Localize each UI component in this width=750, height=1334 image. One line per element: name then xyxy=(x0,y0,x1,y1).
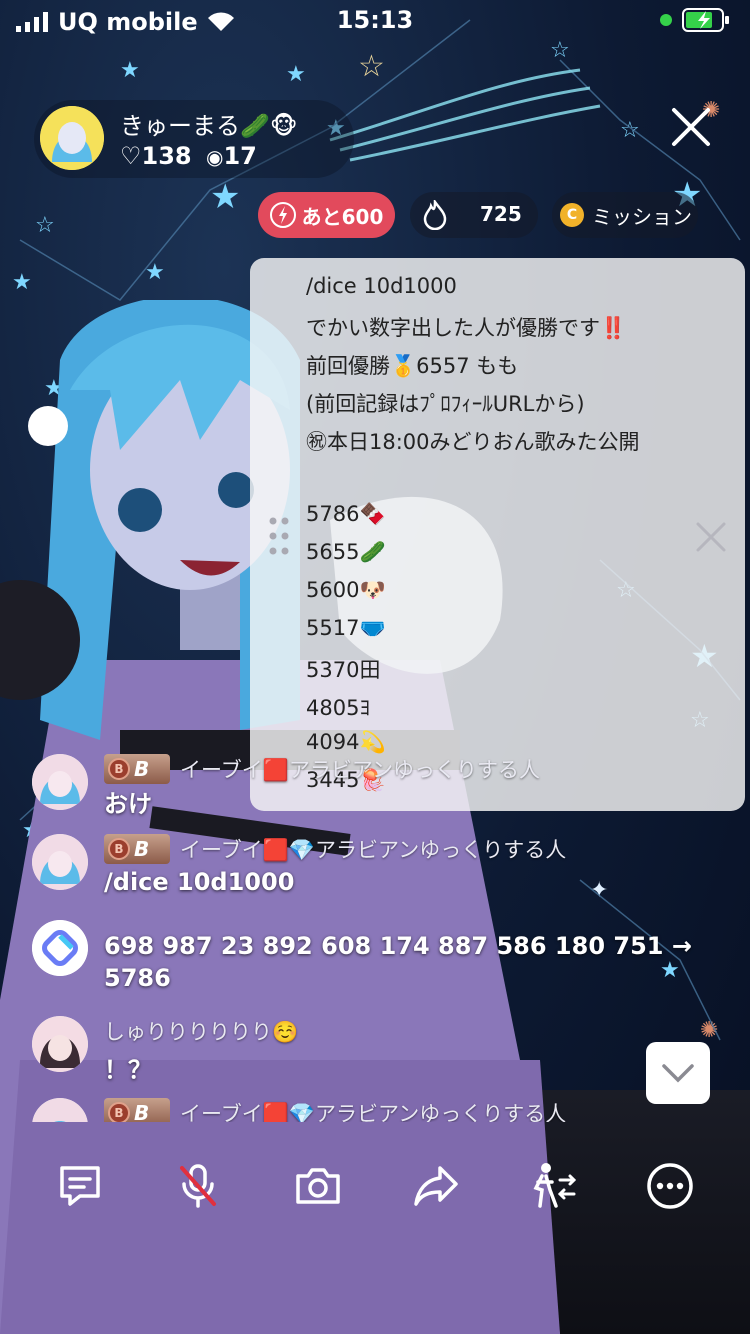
level-badge: B B xyxy=(104,834,170,864)
collab-icon[interactable] xyxy=(528,1160,580,1212)
badge-level: B xyxy=(134,757,150,781)
level-badge: B B xyxy=(104,754,170,784)
commenter-name: イーブイ🟥💎アラビアンゆっくりする人 xyxy=(180,1102,567,1122)
points-pill[interactable]: 725 xyxy=(410,192,538,238)
comment-text-continued: 5786 xyxy=(104,964,171,992)
bot-logo-icon xyxy=(32,920,88,976)
pinned-note-panel[interactable]: /dice 10d1000 でかい数字出した人が優勝です‼️ 前回優勝🥇6557… xyxy=(250,258,745,811)
comment-text: /dice 10d1000 xyxy=(104,868,295,896)
commenter-avatar[interactable] xyxy=(32,1016,88,1072)
host-avatar[interactable] xyxy=(40,106,104,170)
comment-text: おけ xyxy=(104,790,152,818)
note-line: 5786🍫 xyxy=(306,502,386,526)
boost-pill[interactable]: あと600 xyxy=(258,192,395,238)
commenter-avatar[interactable] xyxy=(32,754,88,810)
more-icon[interactable] xyxy=(644,1160,696,1212)
viewer-count: 17 xyxy=(223,142,257,170)
comment-item[interactable]: B B イーブイ🟥💎アラビアンゆっくりする人 /dice 10d1000 xyxy=(32,834,652,896)
commenter-name: イーブイ🟥💎アラビアンゆっくりする人 xyxy=(180,838,567,862)
mic-indicator-icon xyxy=(660,14,672,26)
note-line: /dice 10d1000 xyxy=(306,274,457,298)
note-line: 5370田 xyxy=(306,658,381,682)
badge-level: B xyxy=(134,837,150,861)
host-stats: ♡138 ◉17 xyxy=(120,142,257,170)
badge-coin-icon: B xyxy=(108,1102,130,1122)
note-line: 前回優勝🥇6557 もも xyxy=(306,354,519,378)
note-line: 4094💫 xyxy=(306,730,386,754)
note-line: 5655🥒 xyxy=(306,540,386,564)
badge-coin-icon: B xyxy=(108,758,130,780)
bot-avatar[interactable] xyxy=(32,920,88,976)
comment-item[interactable]: B B イーブイ🟥アラビアンゆっくりする人 おけ xyxy=(32,754,652,818)
note-line: ㊗本日18:00みどりおん歌みた公開 xyxy=(306,430,640,454)
comment-item[interactable]: しゅりりりりりり☺️ ！？ xyxy=(32,1016,652,1084)
battery-charging-icon xyxy=(682,8,729,32)
mission-label: ミッション xyxy=(592,204,692,229)
camera-icon[interactable] xyxy=(292,1160,344,1212)
mission-pill[interactable]: C ミッション xyxy=(552,192,698,238)
comment-text: ！？ xyxy=(104,1056,152,1084)
note-line: (前回記録はﾌﾟﾛﾌｨｰﾙURLから) xyxy=(306,392,585,416)
note-close-icon[interactable] xyxy=(694,520,728,554)
status-bar: UQ mobile 15:13 xyxy=(0,0,750,44)
mic-off-icon[interactable] xyxy=(172,1160,224,1212)
host-info[interactable]: きゅーまる🥒🐵 ♡138 ◉17 xyxy=(34,100,354,178)
badge-level: B xyxy=(134,1101,150,1122)
flame-icon xyxy=(423,200,447,230)
clock: 15:13 xyxy=(336,6,414,34)
commenter-avatar[interactable] xyxy=(32,1098,88,1122)
points-count: 725 xyxy=(480,202,522,226)
commenter-name: しゅりりりりりり☺️ xyxy=(104,1020,299,1044)
chevron-down-icon xyxy=(662,1064,694,1083)
comment-icon[interactable] xyxy=(54,1160,106,1212)
note-line: 4805ﾖ xyxy=(306,696,370,720)
eye-icon: ◉ xyxy=(205,145,224,169)
note-line: 5600🐶 xyxy=(306,578,386,602)
likes-count: ♡138 xyxy=(120,142,192,170)
commenter-avatar[interactable] xyxy=(32,834,88,890)
badge-coin-icon: B xyxy=(108,838,130,860)
host-name: きゅーまる🥒🐵 xyxy=(120,112,298,140)
lightning-icon xyxy=(269,202,296,228)
close-icon[interactable] xyxy=(668,104,714,150)
note-line: でかい数字出した人が優勝です‼️ xyxy=(306,316,627,340)
comment-text: 698 987 23 892 608 174 887 586 180 751 → xyxy=(104,932,692,960)
level-badge: B B xyxy=(104,1098,170,1122)
scroll-down-button[interactable] xyxy=(646,1042,710,1104)
dice-result-comment[interactable]: 698 987 23 892 608 174 887 586 180 751 →… xyxy=(32,920,692,1000)
comment-item[interactable]: B B イーブイ🟥💎アラビアンゆっくりする人 xyxy=(32,1098,652,1122)
commenter-name: イーブイ🟥アラビアンゆっくりする人 xyxy=(180,758,541,782)
note-line: 5517🩲 xyxy=(306,616,386,640)
drag-handle-icon[interactable] xyxy=(268,516,290,556)
coin-icon: C xyxy=(560,203,584,227)
share-icon[interactable] xyxy=(410,1160,462,1212)
boost-label: あと600 xyxy=(301,204,384,229)
